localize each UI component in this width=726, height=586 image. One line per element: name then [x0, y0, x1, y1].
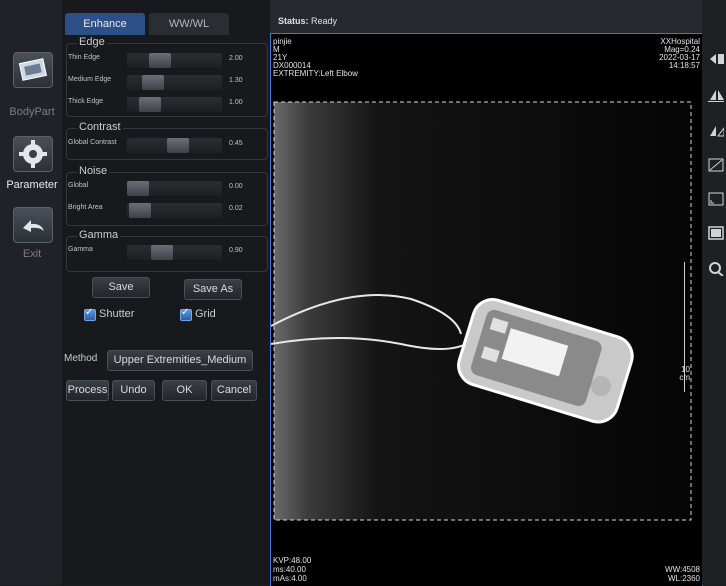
method-select[interactable]: Upper Extremities_Medium [107, 350, 253, 371]
shutter-label: Shutter [99, 308, 135, 320]
exam-name: EXTREMITY:Left Elbow [273, 69, 358, 78]
grid-checkbox[interactable] [180, 307, 192, 321]
slider-label: Medium Edge [68, 76, 112, 83]
slider-label: Gamma [68, 246, 93, 253]
study-time: 14:18:57 [668, 61, 700, 70]
ok-button[interactable]: OK [162, 380, 207, 401]
shutter-checkbox[interactable] [84, 307, 96, 321]
tab-ww-wl[interactable]: WW/WL [149, 13, 229, 35]
gamma-group: Gamma Gamma 0.90 [66, 229, 268, 272]
slider-label: Global Contrast [68, 139, 117, 146]
xray-image [271, 101, 692, 521]
sidebar-item-exit[interactable]: Exit [0, 248, 64, 260]
gamma-title: Gamma [77, 229, 121, 241]
mirror-icon[interactable] [708, 124, 724, 138]
flip-vertical-icon[interactable] [708, 88, 724, 102]
sidebar-item-parameter[interactable]: Parameter [0, 179, 64, 191]
cancel-button[interactable]: Cancel [211, 380, 257, 401]
slider-thumb[interactable] [142, 75, 164, 90]
slider-track[interactable] [127, 138, 222, 153]
slider-value: 1.30 [229, 77, 243, 84]
kvp-value: KVP:48.00 [273, 556, 312, 565]
slider-thumb[interactable] [127, 181, 149, 196]
contrast-title: Contrast [77, 121, 123, 133]
mas-value: mAs:4.00 [273, 574, 307, 583]
window-level: WL:2360 [667, 574, 700, 583]
method-label: Method [64, 353, 98, 364]
gear-icon[interactable] [13, 136, 53, 172]
slider-track[interactable] [127, 97, 222, 112]
noise-group: Noise Global 0.00 Bright Area 0.02 [66, 165, 268, 226]
slider-value: 1.00 [229, 99, 243, 106]
slider-label: Thick Edge [68, 98, 104, 105]
rectangle-icon[interactable] [708, 226, 724, 240]
slider-thumb[interactable] [149, 53, 171, 68]
status-value: Ready [311, 16, 338, 26]
slider-track[interactable] [127, 181, 222, 196]
noise-title: Noise [77, 165, 110, 177]
contrast-group: Contrast Global Contrast 0.45 [66, 121, 268, 160]
slider-track[interactable] [127, 245, 222, 260]
global-noise-slider[interactable]: Global 0.00 [67, 179, 267, 197]
grid-label: Grid [195, 308, 216, 320]
scale-unit: cm [679, 373, 690, 382]
edge-group: Edge Thin Edge 2.00 Medium Edge 1.30 Thi… [66, 36, 268, 117]
slider-thumb[interactable] [129, 203, 151, 218]
ms-value: ms:40.00 [273, 565, 306, 574]
undo-button[interactable]: Undo [112, 380, 155, 401]
slider-track[interactable] [127, 203, 222, 218]
thick-edge-slider[interactable]: Thick Edge 1.00 [67, 95, 267, 113]
image-viewer[interactable]: pinjie M 21Y DX000014 EXTREMITY:Left Elb… [270, 33, 703, 586]
crop-icon[interactable] [708, 192, 724, 206]
gamma-slider[interactable]: Gamma 0.90 [67, 243, 267, 261]
flip-horizontal-icon[interactable] [708, 52, 724, 66]
medium-edge-slider[interactable]: Medium Edge 1.30 [67, 73, 267, 91]
left-sidebar: BodyPart Parameter Exit [0, 0, 62, 585]
slider-track[interactable] [127, 53, 222, 68]
edge-title: Edge [77, 36, 107, 48]
slider-label: Bright Area [68, 204, 103, 211]
processing-panel: Enhance WW/WL Edge Thin Edge 2.00 Medium… [62, 0, 270, 585]
process-button[interactable]: Process [66, 380, 109, 401]
status-label: Status: [278, 16, 309, 26]
slider-value: 0.02 [229, 205, 243, 212]
return-arrow-icon[interactable] [13, 207, 53, 243]
slider-label: Thin Edge [68, 54, 100, 61]
tab-enhance[interactable]: Enhance [65, 13, 145, 35]
slider-track[interactable] [127, 75, 222, 90]
status-bar: Status: Ready [270, 0, 710, 33]
slider-thumb[interactable] [139, 97, 161, 112]
window-width: WW:4508 [665, 565, 700, 574]
right-toolbar [702, 0, 726, 585]
global-contrast-slider[interactable]: Global Contrast 0.45 [67, 136, 267, 154]
bright-area-slider[interactable]: Bright Area 0.02 [67, 201, 267, 219]
slider-thumb[interactable] [167, 138, 189, 153]
slider-label: Global [68, 182, 89, 189]
thin-edge-slider[interactable]: Thin Edge 2.00 [67, 51, 267, 69]
save-as-button[interactable]: Save As [184, 279, 242, 300]
sidebar-item-bodypart[interactable]: BodyPart [0, 106, 64, 118]
body-part-icon[interactable] [13, 52, 53, 88]
slider-value: 0.00 [229, 183, 243, 190]
slider-value: 2.00 [229, 55, 243, 62]
slider-value: 0.45 [229, 140, 243, 147]
zoom-icon[interactable] [708, 262, 724, 276]
slider-thumb[interactable] [151, 245, 173, 260]
save-button[interactable]: Save [92, 277, 150, 298]
measure-line-icon[interactable] [708, 158, 724, 172]
slider-value: 0.90 [229, 247, 243, 254]
